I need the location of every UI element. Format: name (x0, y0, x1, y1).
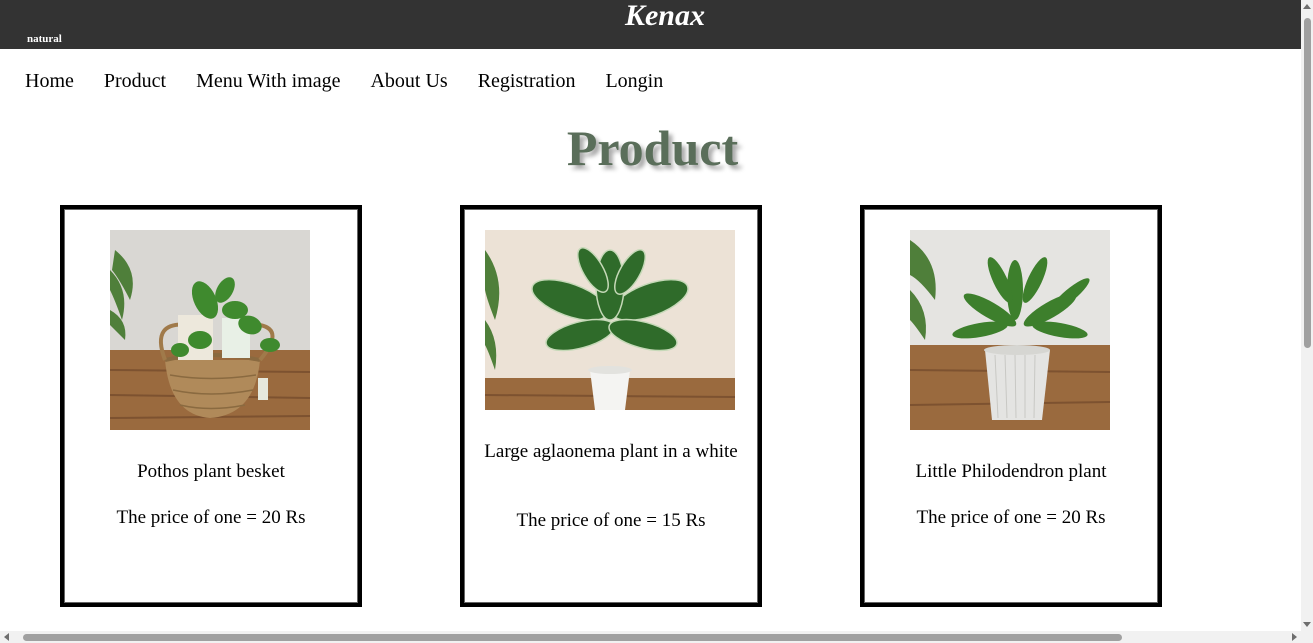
nav-item-about-us[interactable]: About Us (370, 69, 447, 95)
nav-item-registration[interactable]: Registration (478, 69, 576, 95)
aglaonema-image (484, 230, 736, 410)
philodendron-image (909, 230, 1111, 430)
horizontal-scrollbar[interactable] (0, 631, 1301, 643)
scroll-down-arrow-icon[interactable] (1303, 622, 1311, 627)
scroll-up-arrow-icon[interactable] (1303, 4, 1311, 9)
nav-item-home[interactable]: Home (25, 69, 74, 95)
product-price: The price of one = 15 Rs (516, 510, 706, 531)
site-header: Kenax natural (0, 0, 1301, 49)
scrollbar-corner (1301, 631, 1313, 643)
horizontal-scroll-thumb[interactable] (23, 634, 1122, 641)
main-nav: Home Product Menu With image About Us Re… (25, 69, 693, 95)
product-card[interactable]: Little Philodendron plant The price of o… (860, 205, 1162, 607)
product-name: Little Philodendron plant (915, 461, 1107, 482)
nav-item-menu-with-image[interactable]: Menu With image (196, 69, 340, 95)
pothos-basket-image (109, 230, 311, 430)
product-name: Pothos plant besket (137, 461, 285, 482)
brand-tagline: natural (27, 33, 62, 45)
product-image[interactable] (109, 230, 311, 435)
product-image[interactable] (484, 230, 736, 415)
nav-item-login[interactable]: Longin (605, 69, 663, 95)
vertical-scroll-thumb[interactable] (1304, 18, 1311, 348)
page-title: Product (566, 120, 739, 176)
product-card[interactable]: Pothos plant besket The price of one = 2… (60, 205, 362, 607)
product-price: The price of one = 20 Rs (916, 507, 1106, 528)
nav-item-product[interactable]: Product (104, 69, 166, 95)
product-image[interactable] (909, 230, 1111, 435)
product-price: The price of one = 20 Rs (116, 507, 306, 528)
product-name: Large aglaonema plant in a white (484, 441, 738, 462)
scroll-right-arrow-icon[interactable] (1292, 633, 1297, 641)
brand-logo-text[interactable]: Kenax (0, 0, 1313, 32)
vertical-scrollbar[interactable] (1301, 0, 1313, 631)
scroll-left-arrow-icon[interactable] (4, 633, 9, 641)
product-card[interactable]: Large aglaonema plant in a white The pri… (460, 205, 762, 607)
